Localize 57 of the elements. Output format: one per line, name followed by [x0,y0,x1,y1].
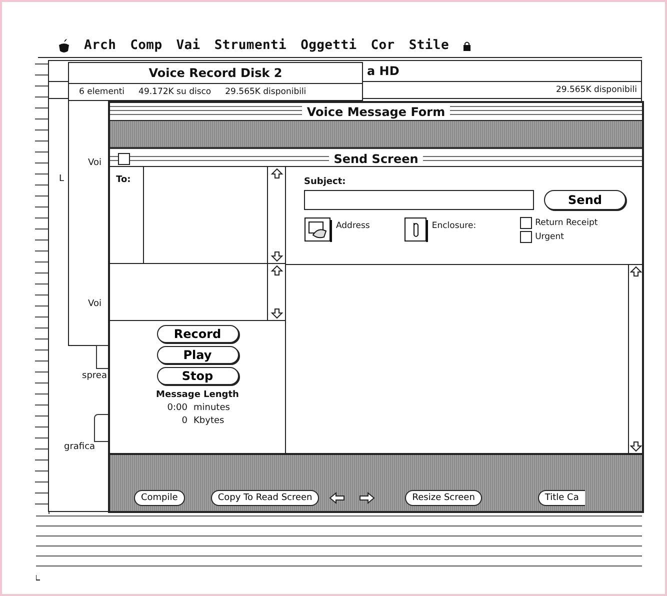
window-title: Send Screen [328,152,424,166]
length-value: 0:00 [166,403,188,413]
left-arrow-icon[interactable] [329,492,346,504]
file-name: L [59,174,64,184]
file-name: sprea [82,371,107,381]
scroll-down-icon[interactable] [270,306,284,320]
record-control-button[interactable]: Play [156,346,238,364]
section-title: Message Length [156,390,239,400]
menu-item[interactable]: Vai [176,38,200,53]
file-name: Voi [88,158,102,168]
menu-item[interactable]: Oggetti [300,38,357,53]
close-box[interactable] [118,152,130,164]
apple-icon[interactable] [58,38,70,52]
scroll-down-icon[interactable] [270,249,284,263]
scroll-bar[interactable] [267,167,285,263]
menu-item[interactable]: Strumenti [214,38,287,53]
field-label: Subject: [304,177,347,187]
icon-label: Address [336,220,370,231]
disk-usage-text: 49.172K su disco [138,87,212,97]
item-count-text: 6 elementi [79,87,125,97]
record-control-button[interactable]: Stop [156,367,238,385]
menu-item[interactable]: Comp [130,38,162,53]
menu-item[interactable]: Stile [408,38,449,53]
lock-icon [462,40,471,50]
window-title: a HD [367,64,400,78]
subject-field[interactable] [304,190,534,210]
menu-item[interactable]: Arch [84,38,116,53]
paperclip-icon[interactable] [404,217,428,243]
right-arrow-icon[interactable] [359,492,376,504]
toolbar-button[interactable]: Title Ca [538,490,585,506]
send-button[interactable]: Send [544,190,626,210]
icon-label: Enclosure: [432,220,476,231]
checkbox[interactable] [520,217,532,229]
record-control-button[interactable]: Record [156,325,238,343]
checkbox-label: Return Receipt [535,218,598,228]
length-unit: minutes [194,403,230,413]
scroll-bar[interactable] [628,265,642,453]
file-name: grafica [64,442,96,452]
scroll-up-icon[interactable] [270,264,284,278]
toolbar-button[interactable]: Copy To Read Screen [210,490,320,506]
free-space-text: 29.565K disponibili [556,85,637,95]
toolbar-button[interactable]: Compile [134,490,185,506]
toolbar-button[interactable]: Resize Screen [405,490,482,506]
scroll-bar[interactable] [267,264,285,320]
window-title: Voice Message Form [302,104,450,118]
scroll-up-icon[interactable] [270,167,284,181]
field-label: To: [115,174,132,187]
free-space-text: 29.565K disponibili [225,87,306,97]
checkbox[interactable] [520,231,532,243]
menu-item[interactable]: Cor [370,38,395,53]
file-name: Voi [88,299,102,309]
scroll-down-icon[interactable] [630,439,642,453]
length-value: 0 [180,416,188,426]
checkbox-label: Urgent [535,232,564,242]
address-card-icon[interactable] [304,217,332,243]
scroll-up-icon[interactable] [630,265,642,279]
length-unit: Kbytes [194,416,224,426]
